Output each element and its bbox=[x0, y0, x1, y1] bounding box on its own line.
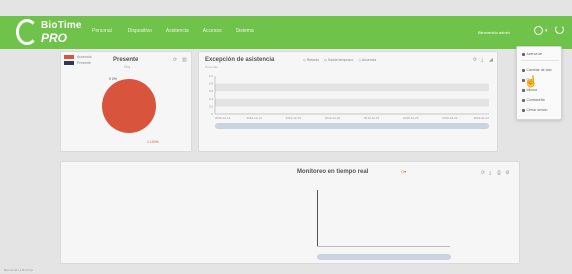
lock-icon bbox=[522, 98, 525, 102]
menu-item-idioma[interactable]: Idioma bbox=[522, 88, 537, 92]
logout-icon bbox=[522, 108, 525, 112]
footer-text: Bienvenido a BioTime bbox=[4, 268, 34, 272]
x-tick-label: 2019-12-16 bbox=[286, 116, 302, 120]
pie-label-ausencia: 1 100% bbox=[147, 140, 159, 144]
chart-scrollbar bbox=[215, 123, 489, 129]
logo-text-bottom: PRO bbox=[41, 31, 68, 45]
key-icon bbox=[522, 68, 525, 72]
x-tick-label: 2019-12-14 bbox=[246, 116, 262, 120]
excepcion-panel: Excepción de asistencia Personas ◇ Retar… bbox=[198, 51, 498, 152]
grid-band bbox=[215, 83, 489, 92]
legend-swatch bbox=[64, 55, 74, 59]
y-axis-unit: Personas bbox=[205, 65, 218, 69]
monitoreo-panel: Monitoreo en tiempo real ◇▾ ⟳ ⤓ ⎙ ⚙ bbox=[60, 161, 520, 264]
presente-pie-slice[interactable] bbox=[102, 79, 156, 133]
y-tick-label: 0.6 bbox=[209, 89, 214, 93]
legend-item-salida-temprano[interactable]: ◇ Salida temprano bbox=[324, 58, 353, 62]
print-icon[interactable]: ⎙ bbox=[497, 170, 501, 176]
y-tick-label: 0.8 bbox=[209, 82, 214, 86]
legend-swatch bbox=[64, 61, 74, 65]
menu-item-cerrar-sesion[interactable]: Cerrar sesión bbox=[522, 108, 548, 112]
y-tick-label: 0.2 bbox=[209, 104, 214, 108]
user-name: Bienvenido admin bbox=[478, 30, 510, 35]
logo-ring-icon bbox=[16, 19, 38, 45]
nav-item-dispositivo[interactable]: Dispositivo bbox=[128, 28, 152, 34]
menu-item-acerca-de[interactable]: Acerca de bbox=[522, 52, 542, 56]
refresh-icon[interactable]: ⟳ bbox=[473, 57, 477, 63]
y-tick-label: 0 bbox=[211, 112, 213, 116]
pie-label-presente: 0 0% bbox=[109, 77, 117, 81]
chevron-down-icon[interactable]: ▾ bbox=[545, 28, 548, 34]
x-tick-label: 2019-12-12 bbox=[215, 116, 231, 120]
download-icon[interactable]: ⤓ bbox=[489, 170, 491, 176]
menu-divider bbox=[521, 60, 559, 61]
presente-legend: Ausencia Presente bbox=[64, 55, 91, 67]
x-tick-label: 2019-01-07 bbox=[474, 116, 490, 120]
top-navigation-bar: BioTime PRO Personal Dispositivo Asisten… bbox=[0, 16, 572, 49]
y-tick-label: 0.4 bbox=[209, 97, 214, 101]
x-tick-label: 2019-12-24 bbox=[364, 116, 380, 120]
menu-item-cambiar-clave[interactable]: Cambiar de clav bbox=[522, 68, 552, 72]
download-icon[interactable]: ⤓ bbox=[481, 57, 483, 63]
legend-item-retardo[interactable]: ◇ Retardo bbox=[303, 58, 319, 62]
excepcion-legend: ◇ Retardo ◇ Salida temprano ◇ Ausencia bbox=[303, 58, 376, 62]
legend-item-ausencia[interactable]: Ausencia bbox=[64, 55, 91, 59]
legend-label: Ausencia bbox=[77, 55, 92, 59]
info-icon bbox=[522, 52, 525, 56]
x-tick-label: 2019-01-02 bbox=[442, 116, 458, 120]
excepcion-chart: 1.0 0.8 0.6 0.4 0.2 0 2019-12-12 2019-12-14 201… bbox=[209, 74, 490, 129]
pin-icon[interactable]: ◇▾ bbox=[401, 169, 406, 174]
bar-chart-icon[interactable]: ▥ bbox=[182, 57, 187, 63]
biotime-logo[interactable]: BioTime PRO bbox=[16, 17, 86, 47]
panel-title: Excepción de asistencia bbox=[205, 57, 275, 63]
gear-icon[interactable] bbox=[534, 26, 543, 35]
x-tick-label: 2019-12-22 bbox=[325, 116, 341, 120]
legend-item-presente[interactable]: Presente bbox=[64, 61, 91, 65]
chart-scrollbar[interactable] bbox=[317, 254, 451, 260]
user-dropdown-menu: Acerca de Cambiar de clav Guía Idioma Co… bbox=[516, 46, 562, 120]
nav-item-sistema[interactable]: Sistema bbox=[236, 28, 254, 34]
power-icon[interactable] bbox=[555, 25, 564, 34]
refresh-icon[interactable]: ⟳ bbox=[481, 170, 485, 176]
panel-title: Presente bbox=[113, 57, 139, 63]
x-tick-label: 2019-12-26 bbox=[403, 116, 419, 120]
y-tick-label: 1.0 bbox=[209, 74, 214, 78]
panel-title: Monitoreo en tiempo real bbox=[297, 169, 369, 175]
presente-panel: Ausencia Presente Presente Hoy ⟳ ▥ 0 0% … bbox=[60, 51, 192, 152]
legend-item-ausencia[interactable]: ◇ Ausencia bbox=[358, 58, 376, 62]
nav-item-asistencia[interactable]: Asistencia bbox=[166, 28, 189, 34]
line-chart-icon[interactable]: ◢ bbox=[489, 57, 493, 63]
x-axis-line bbox=[317, 246, 450, 247]
logo-text-top: BioTime bbox=[41, 20, 82, 31]
nav-item-accesos[interactable]: Accesos bbox=[203, 28, 222, 34]
menu-item-contrasena[interactable]: Contraseña bbox=[522, 98, 545, 102]
refresh-icon[interactable]: ⟳ bbox=[173, 57, 177, 63]
main-nav: Personal Dispositivo Asistencia Accesos … bbox=[92, 28, 268, 34]
nav-item-personal[interactable]: Personal bbox=[92, 28, 112, 34]
legend-label: Presente bbox=[77, 61, 92, 65]
grid-band bbox=[215, 98, 489, 107]
y-axis-line bbox=[317, 190, 318, 246]
hand-cursor-icon: ☝ bbox=[524, 76, 538, 88]
settings-icon[interactable]: ⚙ bbox=[505, 170, 509, 176]
panel-subtitle: Hoy bbox=[124, 65, 131, 69]
globe-icon bbox=[522, 88, 525, 92]
